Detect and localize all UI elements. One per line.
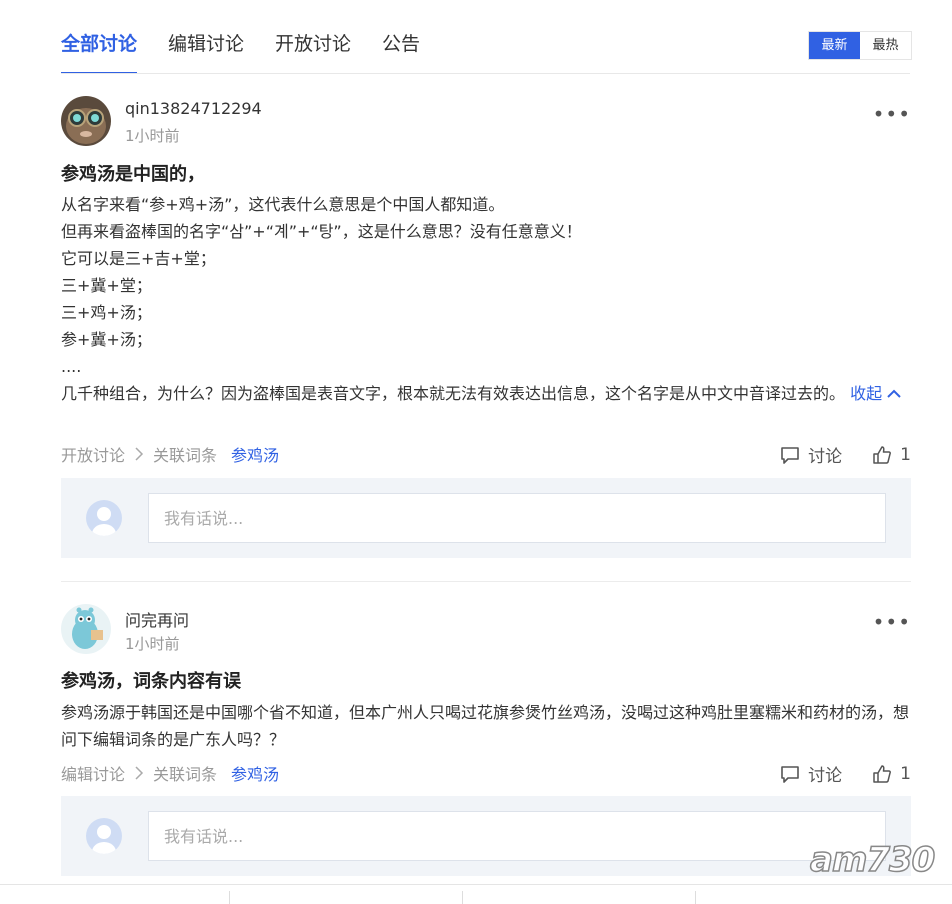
- post-actions: 讨论 1: [780, 442, 911, 467]
- reply-input[interactable]: [148, 811, 886, 861]
- like-button[interactable]: 1: [872, 445, 911, 465]
- entry-tag[interactable]: 参鸡汤: [231, 761, 279, 785]
- like-count: 1: [900, 444, 911, 465]
- post-line: 几千种组合，为什么？因为盗棒国是表音文字，根本就无法有效表达出信息，这个名字是从…: [61, 380, 911, 407]
- reply-box: [61, 796, 911, 876]
- tab-edit-discussions[interactable]: 编辑讨论: [168, 22, 244, 74]
- sort-latest-button[interactable]: 最新: [809, 32, 860, 59]
- post-body: 参鸡汤源于韩国还是中国哪个省不知道，但本广州人只喝过花旗参煲竹丝鸡汤，没喝过这种…: [61, 699, 911, 753]
- bottom-toolbar: [0, 884, 952, 904]
- more-options-icon[interactable]: •••: [873, 102, 911, 126]
- post-line: 参+冀+汤；: [61, 330, 152, 349]
- post-meta: 编辑讨论 关联词条 参鸡汤: [61, 761, 279, 785]
- post-meta: 开放讨论 关联词条 参鸡汤: [61, 442, 279, 466]
- related-entries-label: 关联词条: [153, 446, 218, 465]
- category-link[interactable]: 开放讨论: [61, 442, 125, 466]
- reply-input[interactable]: [148, 493, 886, 543]
- avatar[interactable]: [61, 604, 111, 654]
- sort-hot-button[interactable]: 最热: [860, 32, 911, 59]
- post-title: 参鸡汤是中国的，: [61, 164, 205, 185]
- discussion-tabs: 全部讨论 编辑讨论 开放讨论 公告: [61, 22, 451, 74]
- like-button[interactable]: 1: [872, 764, 911, 784]
- thumbs-up-icon: [873, 764, 892, 783]
- chevron-right-icon: [135, 766, 144, 780]
- username[interactable]: qin13824712294: [125, 99, 262, 118]
- post-line: 它可以是三+吉+堂；: [61, 249, 216, 268]
- thumbs-up-icon: [873, 445, 892, 464]
- avatar[interactable]: [61, 96, 111, 146]
- comment-icon: [781, 446, 799, 464]
- category-link[interactable]: 编辑讨论: [61, 761, 125, 785]
- user-avatar: [86, 818, 122, 854]
- post-actions: 讨论 1: [780, 761, 911, 786]
- sort-toggle: 最新 最热: [808, 31, 912, 60]
- related-entries-label: 关联词条: [153, 765, 218, 784]
- post-line: 但再来看盗棒国的名字“삼”+“계”+“탕”，这是什么意思？没有任意意义！: [61, 222, 582, 241]
- more-options-icon[interactable]: •••: [873, 610, 911, 634]
- comment-icon: [781, 765, 799, 783]
- entry-tag[interactable]: 参鸡汤: [231, 442, 279, 466]
- post-body: 从名字来看“参+鸡+汤”，这代表什么意思是个中国人都知道。 但再来看盗棒国的名字…: [61, 191, 911, 407]
- discuss-button[interactable]: 讨论: [780, 442, 842, 467]
- reply-box: [61, 478, 911, 558]
- post-title: 参鸡汤，词条内容有误: [61, 671, 241, 692]
- post-time: 1小时前: [125, 127, 180, 145]
- post-line: 三+冀+堂；: [61, 276, 152, 295]
- post-line: 参鸡汤源于韩国还是中国哪个省不知道，但本广州人只喝过花旗参煲竹丝鸡汤，没喝过这种…: [61, 703, 910, 749]
- discuss-button[interactable]: 讨论: [780, 761, 842, 786]
- post-time: 1小时前: [125, 635, 180, 653]
- chevron-up-icon: [887, 389, 901, 398]
- tab-open-discussions[interactable]: 开放讨论: [275, 22, 351, 74]
- collapse-link[interactable]: 收起: [850, 384, 901, 403]
- post-line: 从名字来看“参+鸡+汤”，这代表什么意思是个中国人都知道。: [61, 195, 505, 214]
- chevron-right-icon: [135, 447, 144, 461]
- post-divider: [61, 581, 911, 582]
- tab-announcements[interactable]: 公告: [382, 22, 420, 74]
- post-line: ....: [61, 357, 82, 376]
- watermark-logo: am730: [809, 839, 936, 881]
- username[interactable]: 问完再问: [125, 607, 189, 631]
- tabs-divider: [61, 73, 910, 74]
- tab-all-discussions[interactable]: 全部讨论: [61, 22, 138, 74]
- post-line: 三+鸡+汤；: [61, 303, 152, 322]
- user-avatar: [86, 500, 122, 536]
- like-count: 1: [900, 763, 911, 784]
